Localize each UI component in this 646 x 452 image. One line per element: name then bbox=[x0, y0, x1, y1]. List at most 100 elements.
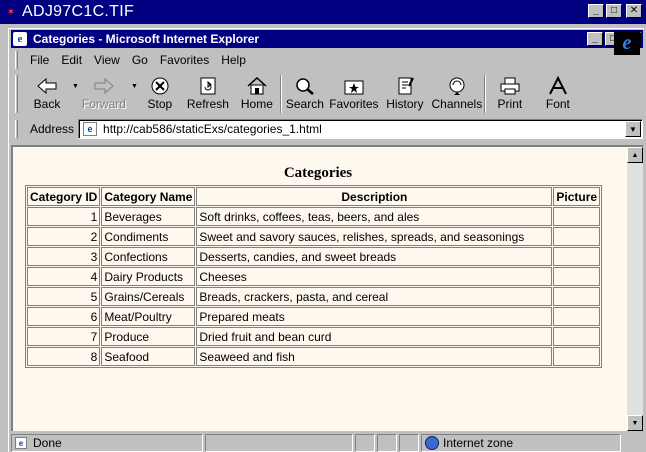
description-cell: Desserts, candies, and sweet breads bbox=[196, 247, 553, 266]
picture-cell bbox=[553, 207, 601, 226]
page-content: Categories Category ID Category Name Des… bbox=[13, 147, 623, 431]
stop-icon bbox=[150, 75, 170, 97]
home-label: Home bbox=[240, 97, 273, 111]
minimize-icon[interactable]: _ bbox=[587, 32, 603, 46]
status-zone: Internet zone bbox=[443, 436, 514, 450]
category-id-cell: 2 bbox=[27, 227, 101, 246]
standard-toolbar: Back ▼ Forward ▼ Stop Refresh Home Searc… bbox=[11, 73, 643, 115]
menu-help[interactable]: Help bbox=[215, 53, 252, 67]
toolbar-grip[interactable] bbox=[15, 75, 18, 113]
menu-go[interactable]: Go bbox=[126, 53, 154, 67]
scroll-up-icon[interactable]: ▲ bbox=[627, 147, 643, 163]
address-url[interactable]: http://cab586/staticExs/categories_1.htm… bbox=[103, 122, 322, 136]
description-cell: Prepared meats bbox=[196, 307, 553, 326]
refresh-button[interactable]: Refresh bbox=[182, 73, 234, 115]
table-body: 1 Beverages Soft drinks, coffees, teas, be… bbox=[27, 207, 601, 366]
menu-view[interactable]: View bbox=[88, 53, 126, 67]
table-row: 1 Beverages Soft drinks, coffees, teas, be… bbox=[27, 207, 601, 226]
scroll-down-icon[interactable]: ▼ bbox=[627, 415, 643, 431]
search-label: Search bbox=[285, 97, 324, 111]
status-bar: e Done Internet zone bbox=[11, 433, 643, 452]
channels-label: Channels bbox=[431, 97, 483, 111]
maximize-icon[interactable]: □ bbox=[606, 4, 622, 18]
print-button[interactable]: Print bbox=[486, 73, 534, 115]
history-icon bbox=[394, 75, 416, 97]
category-id-cell: 5 bbox=[27, 287, 101, 306]
status-pane bbox=[399, 434, 419, 452]
vertical-scrollbar[interactable]: ▲ ▼ bbox=[627, 147, 643, 431]
home-button[interactable]: Home bbox=[234, 73, 280, 115]
picture-cell bbox=[553, 307, 601, 326]
forward-label: Forward bbox=[81, 97, 126, 111]
history-label: History bbox=[386, 97, 424, 111]
category-id-cell: 1 bbox=[27, 207, 101, 226]
category-name-cell: Produce bbox=[101, 327, 196, 346]
browser-title: Categories - Microsoft Internet Explorer bbox=[33, 32, 260, 46]
address-dropdown-icon[interactable]: ▼ bbox=[625, 121, 641, 137]
page-icon: e bbox=[83, 122, 98, 136]
close-icon[interactable]: ✕ bbox=[626, 4, 642, 18]
category-name-cell: Seafood bbox=[101, 347, 196, 366]
picture-cell bbox=[553, 267, 601, 286]
font-button[interactable]: Font bbox=[534, 73, 582, 115]
address-bar: Address e http://cab586/staticExs/catego… bbox=[11, 117, 643, 141]
print-label: Print bbox=[497, 97, 523, 111]
category-id-cell: 4 bbox=[27, 267, 101, 286]
category-id-cell: 7 bbox=[27, 327, 101, 346]
description-cell: Sweet and savory sauces, relishes, sprea… bbox=[196, 227, 553, 246]
channels-button[interactable]: Channels bbox=[430, 73, 484, 115]
ie-logo-icon: e bbox=[614, 31, 640, 55]
forward-arrow-icon bbox=[93, 75, 115, 97]
font-icon bbox=[547, 75, 569, 97]
refresh-icon bbox=[198, 75, 218, 97]
history-button[interactable]: History bbox=[380, 73, 430, 115]
table-row: 5 Grains/Cereals Breads, crackers, pasta, … bbox=[27, 287, 601, 306]
column-header-description: Description bbox=[196, 187, 553, 206]
category-name-cell: Meat/Poultry bbox=[101, 307, 196, 326]
search-button[interactable]: Search bbox=[282, 73, 328, 115]
addressbar-grip[interactable] bbox=[15, 120, 18, 138]
categories-table: Category ID Category Name Description Pi… bbox=[25, 185, 603, 368]
menu-edit[interactable]: Edit bbox=[55, 53, 88, 67]
table-row: 4 Dairy Products Cheeses bbox=[27, 267, 601, 286]
menu-file[interactable]: File bbox=[24, 53, 55, 67]
printer-icon bbox=[499, 75, 521, 97]
home-icon bbox=[246, 75, 268, 97]
stop-button[interactable]: Stop bbox=[138, 73, 182, 115]
address-input[interactable]: e http://cab586/staticExs/categories_1.h… bbox=[78, 119, 643, 139]
back-button[interactable]: Back bbox=[24, 73, 70, 115]
forward-dropdown-icon[interactable]: ▼ bbox=[131, 83, 138, 90]
minimize-icon[interactable]: _ bbox=[588, 4, 604, 18]
menu-bar: File Edit View Go Favorites Help bbox=[11, 49, 643, 71]
address-label: Address bbox=[30, 122, 75, 136]
description-cell: Cheeses bbox=[196, 267, 553, 286]
page-title: Categories bbox=[283, 165, 353, 181]
picture-cell bbox=[553, 347, 601, 366]
viewer-titlebar[interactable]: ✶ ADJ97C1C.TIF _ □ ✕ bbox=[0, 0, 646, 24]
favorites-button[interactable]: Favorites bbox=[328, 73, 380, 115]
back-dropdown-icon[interactable]: ▼ bbox=[72, 83, 79, 90]
table-row: 3 Confections Desserts, candies, and sweet… bbox=[27, 247, 601, 266]
category-name-cell: Condiments bbox=[101, 227, 196, 246]
favorites-icon bbox=[343, 75, 365, 97]
menubar-grip[interactable] bbox=[15, 51, 18, 69]
column-header-picture: Picture bbox=[553, 187, 601, 206]
viewer-title: ADJ97C1C.TIF bbox=[22, 3, 135, 20]
category-id-cell: 6 bbox=[27, 307, 101, 326]
search-icon bbox=[294, 75, 316, 97]
viewer-caption-buttons: _ □ ✕ bbox=[586, 4, 642, 18]
column-header-category-id: Category ID bbox=[27, 187, 101, 206]
picture-cell bbox=[553, 327, 601, 346]
menu-favorites[interactable]: Favorites bbox=[154, 53, 215, 67]
table-row: 8 Seafood Seaweed and fish bbox=[27, 347, 601, 366]
picture-cell bbox=[553, 287, 601, 306]
forward-button[interactable]: Forward bbox=[79, 73, 129, 115]
favorites-label: Favorites bbox=[329, 97, 379, 111]
table-header-row: Category ID Category Name Description Pi… bbox=[27, 187, 601, 206]
browser-titlebar[interactable]: e Categories - Microsoft Internet Explor… bbox=[11, 30, 643, 48]
category-name-cell: Confections bbox=[101, 247, 196, 266]
status-pane bbox=[377, 434, 397, 452]
page-viewport: Categories Category ID Category Name Des… bbox=[11, 145, 643, 431]
status-text: Done bbox=[33, 436, 62, 450]
status-zone-pane: Internet zone bbox=[421, 434, 621, 452]
